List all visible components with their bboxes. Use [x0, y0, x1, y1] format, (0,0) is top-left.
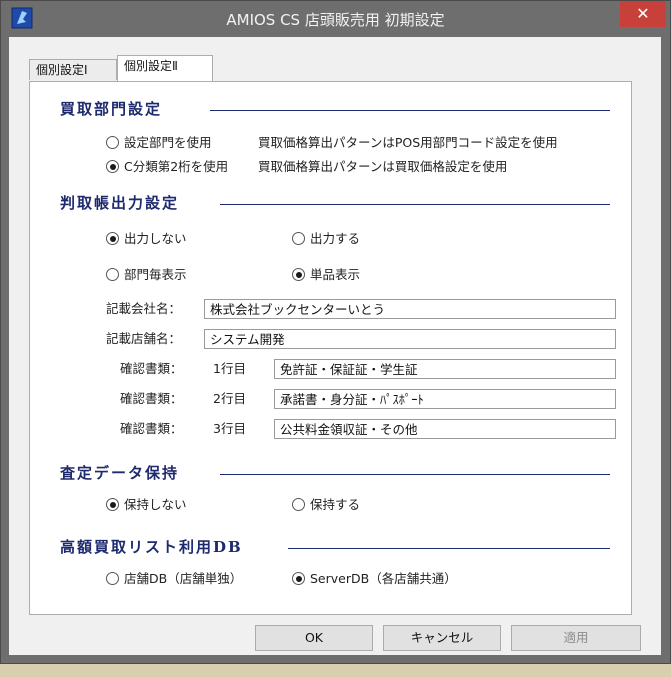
- cancel-button[interactable]: キャンセル: [383, 625, 501, 651]
- document-label: 確認書類：: [120, 361, 183, 376]
- document-line-label: 3行目: [213, 421, 246, 436]
- title-bar[interactable]: AMIOS CS 店頭販売用 初期設定 ✕: [1, 1, 670, 37]
- radio-single-item-display[interactable]: 単品表示: [292, 266, 360, 284]
- close-button[interactable]: ✕: [620, 1, 666, 27]
- radio-server-db[interactable]: ServerDB（各店舗共通）: [292, 570, 457, 588]
- radio-on-icon: [106, 232, 119, 245]
- radio-use-c-class-digit[interactable]: C分類第2桁を使用: [106, 158, 228, 176]
- tab-individual-1[interactable]: 個別設定Ⅰ: [29, 59, 117, 80]
- radio-no-retain[interactable]: 保持しない: [106, 496, 187, 514]
- radio-no-output[interactable]: 出力しない: [106, 230, 187, 248]
- window-title: AMIOS CS 店頭販売用 初期設定: [226, 11, 445, 29]
- purchase-dept-heading: 買取部門設定: [60, 100, 163, 118]
- tab-individual-2[interactable]: 個別設定Ⅱ: [117, 55, 213, 81]
- document-label: 確認書類：: [120, 421, 183, 436]
- radio-use-setting-dept[interactable]: 設定部門を使用: [106, 134, 212, 152]
- section-divider: [220, 204, 610, 205]
- document-line-3-field[interactable]: 公共料金領収証・その他: [274, 419, 616, 439]
- section-divider: [210, 110, 610, 111]
- section-divider: [288, 548, 610, 549]
- ledger-output-heading: 判取帳出力設定: [60, 194, 180, 212]
- settings-dialog: AMIOS CS 店頭販売用 初期設定 ✕ 個別設定Ⅰ 個別設定Ⅱ 買取部門設定…: [0, 0, 671, 664]
- store-name-field[interactable]: システム開発: [204, 329, 616, 349]
- radio-off-icon: [292, 498, 305, 511]
- document-line-2-field[interactable]: 承諾書・身分証・ﾊﾟｽﾎﾟｰﾄ: [274, 389, 616, 409]
- option-description: 買取価格算出パターンはPOS用部門コード設定を使用: [258, 135, 558, 150]
- assessment-heading: 査定データ保持: [60, 464, 180, 482]
- tab-panel: 買取部門設定 設定部門を使用 買取価格算出パターンはPOS用部門コード設定を使用…: [29, 81, 632, 615]
- company-name-label: 記載会社名：: [106, 301, 182, 316]
- document-line-label: 1行目: [213, 361, 246, 376]
- radio-store-db[interactable]: 店舗DB（店舗単独）: [106, 570, 242, 588]
- radio-on-icon: [292, 268, 305, 281]
- ok-button[interactable]: OK: [255, 625, 373, 651]
- radio-on-icon: [292, 572, 305, 585]
- radio-on-icon: [106, 498, 119, 511]
- radio-retain[interactable]: 保持する: [292, 496, 360, 514]
- radio-per-dept-display[interactable]: 部門毎表示: [106, 266, 187, 284]
- document-line-label: 2行目: [213, 391, 246, 406]
- high-value-db-heading: 高額買取リスト利用DB: [60, 538, 243, 556]
- company-name-field[interactable]: 株式会社ブックセンターいとう: [204, 299, 616, 319]
- store-name-label: 記載店舗名：: [106, 331, 182, 346]
- radio-off-icon: [106, 268, 119, 281]
- document-line-1-field[interactable]: 免許証・保証証・学生証: [274, 359, 616, 379]
- document-label: 確認書類：: [120, 391, 183, 406]
- close-icon: ✕: [636, 4, 650, 23]
- radio-output[interactable]: 出力する: [292, 230, 360, 248]
- apply-button[interactable]: 適用: [511, 625, 641, 651]
- radio-off-icon: [292, 232, 305, 245]
- option-description: 買取価格算出パターンは買取価格設定を使用: [258, 159, 508, 174]
- radio-off-icon: [106, 572, 119, 585]
- radio-on-icon: [106, 160, 119, 173]
- section-divider: [220, 474, 610, 475]
- radio-off-icon: [106, 136, 119, 149]
- dialog-client-area: 個別設定Ⅰ 個別設定Ⅱ 買取部門設定 設定部門を使用 買取価格算出パターンはPO…: [9, 37, 661, 655]
